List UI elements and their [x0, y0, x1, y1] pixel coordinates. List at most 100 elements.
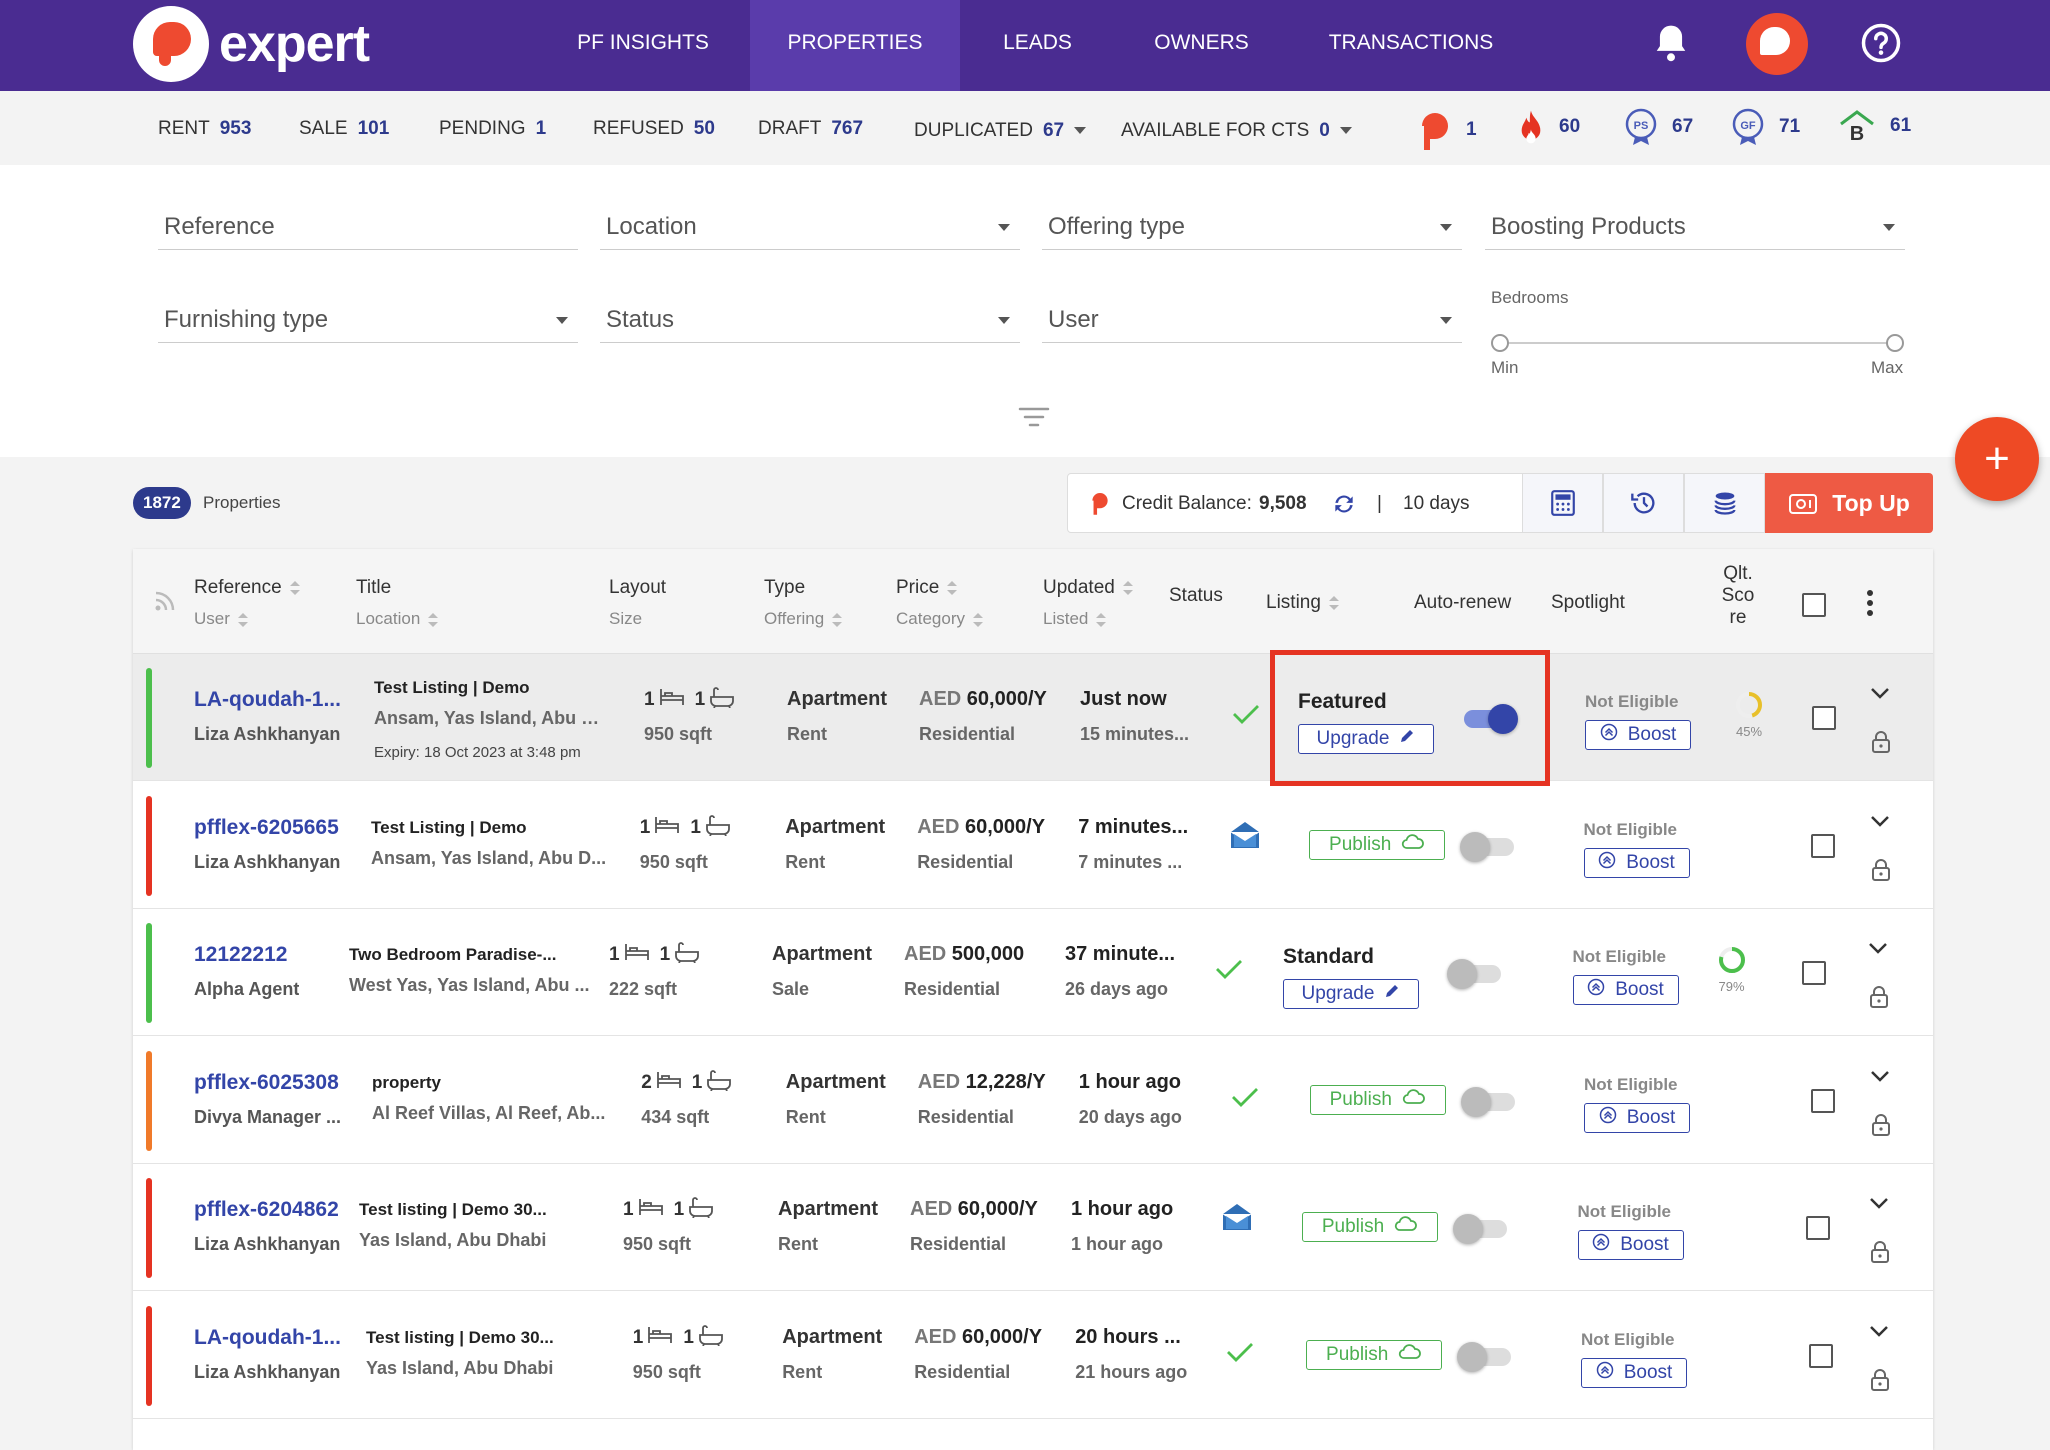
auto-renew-toggle[interactable] — [1457, 1341, 1512, 1372]
boost-button[interactable]: Boost — [1572, 975, 1679, 1005]
table-row[interactable]: pfflex-6204862 Liza Ashkhanyan Test listin… — [133, 1164, 1933, 1291]
th-updated[interactable]: Updated — [1043, 577, 1133, 599]
table-row[interactable]: 12122212 Alpha Agent Two Bedroom Paradise-… — [133, 909, 1933, 1036]
lock-icon[interactable] — [1871, 858, 1891, 887]
user-select[interactable]: User — [1042, 283, 1462, 343]
lock-icon[interactable] — [1871, 1113, 1891, 1142]
boost-button[interactable]: Boost — [1584, 1102, 1690, 1133]
furnishing-type-select[interactable]: Furnishing type — [158, 283, 578, 343]
table-row[interactable]: LA-qoudah-1... Liza Ashkhanyan Test Listin… — [133, 654, 1933, 781]
auto-renew-toggle[interactable] — [1447, 959, 1501, 989]
lock-icon[interactable] — [1870, 1240, 1890, 1269]
stat-draft[interactable]: DRAFT 767 — [758, 118, 863, 140]
row-reference-link[interactable]: 12122212 — [194, 943, 287, 967]
expand-row-chevron-icon[interactable] — [1869, 1324, 1889, 1342]
lock-icon[interactable] — [1871, 730, 1891, 759]
row-reference-link[interactable]: pfflex-6205665 — [194, 816, 339, 840]
coins-button[interactable] — [1684, 473, 1765, 533]
row-reference-link[interactable]: LA-qoudah-1... — [194, 688, 341, 712]
row-select-checkbox[interactable] — [1812, 706, 1836, 730]
stat-duplicated-dropdown[interactable]: DUPLICATED 67 — [914, 120, 1087, 142]
upgrade-button[interactable]: Upgrade — [1283, 979, 1419, 1009]
badge-stat-flame[interactable]: 60 — [1517, 108, 1580, 146]
expand-row-chevron-icon[interactable] — [1868, 941, 1888, 959]
stat-sale[interactable]: SALE 101 — [299, 118, 389, 140]
help-icon[interactable] — [1856, 18, 1906, 68]
row-select-checkbox[interactable] — [1806, 1216, 1830, 1240]
location-filter-select[interactable]: Location — [600, 190, 1020, 250]
user-avatar[interactable] — [1746, 13, 1808, 75]
expert-logo[interactable]: expert — [133, 6, 370, 82]
publish-button[interactable]: Publish — [1306, 1339, 1443, 1370]
expand-row-chevron-icon[interactable] — [1870, 814, 1890, 832]
stat-refused[interactable]: REFUSED 50 — [593, 118, 715, 140]
th-category[interactable]: Category — [896, 609, 983, 629]
table-row[interactable]: pfflex-6205665 Liza Ashkhanyan Test Listin… — [133, 781, 1933, 909]
calculator-button[interactable] — [1522, 473, 1603, 533]
bath-icon — [706, 1069, 732, 1097]
row-reference-link[interactable]: pfflex-6025308 — [194, 1071, 339, 1095]
row-select-checkbox[interactable] — [1811, 1088, 1836, 1113]
th-listing[interactable]: Listing — [1266, 592, 1339, 614]
row-select-checkbox[interactable] — [1802, 961, 1826, 985]
nav-pf-insights[interactable]: PF INSIGHTS — [547, 0, 739, 91]
more-options-icon[interactable] — [1866, 589, 1874, 622]
row-reference-link[interactable]: LA-qoudah-1... — [194, 1326, 341, 1350]
auto-renew-toggle[interactable] — [1460, 1086, 1515, 1117]
bedrooms-max-handle[interactable] — [1886, 334, 1904, 352]
boost-button[interactable]: Boost — [1585, 720, 1691, 750]
nav-owners[interactable]: OWNERS — [1120, 0, 1283, 91]
badge-stat-ps[interactable]: PS 67 — [1624, 108, 1693, 146]
top-up-button[interactable]: Top Up — [1765, 473, 1933, 533]
nav-properties[interactable]: PROPERTIES — [750, 0, 960, 91]
bedrooms-min-handle[interactable] — [1491, 334, 1509, 352]
th-price[interactable]: Price — [896, 577, 958, 599]
auto-renew-toggle[interactable] — [1453, 1214, 1507, 1244]
stat-rent[interactable]: RENT 953 — [158, 118, 251, 140]
th-user[interactable]: User — [194, 609, 248, 629]
row-reference-link[interactable]: pfflex-6204862 — [194, 1198, 339, 1222]
row-price: 500,000 — [951, 943, 1025, 965]
badge-stat-gf[interactable]: GF 71 — [1731, 108, 1800, 146]
th-offering[interactable]: Offering — [764, 609, 843, 629]
th-reference[interactable]: Reference — [194, 577, 300, 599]
th-status[interactable]: Status — [1169, 585, 1223, 607]
table-row[interactable]: pfflex-6025308 Divya Manager ... property A… — [133, 1036, 1933, 1164]
more-filters-icon[interactable] — [1018, 405, 1050, 434]
badge-stat-b[interactable]: B 61 — [1838, 108, 1911, 144]
select-all-checkbox[interactable] — [1802, 593, 1826, 617]
notifications-bell-icon[interactable] — [1646, 18, 1696, 68]
boosting-products-select[interactable]: Boosting Products — [1485, 190, 1905, 250]
th-location[interactable]: Location — [356, 609, 439, 629]
publish-button[interactable]: Publish — [1309, 1084, 1446, 1115]
expand-row-chevron-icon[interactable] — [1870, 686, 1890, 704]
table-row[interactable]: LA-qoudah-1... Liza Ashkhanyan Test listin… — [133, 1291, 1933, 1419]
badge-stat-pf[interactable]: 1 — [1418, 108, 1477, 152]
add-property-button[interactable]: + — [1955, 417, 2039, 501]
expand-row-chevron-icon[interactable] — [1870, 1069, 1890, 1087]
status-select[interactable]: Status — [600, 283, 1020, 343]
lock-icon[interactable] — [1869, 985, 1889, 1014]
auto-renew-toggle[interactable] — [1460, 831, 1515, 862]
bedrooms-slider-track[interactable] — [1498, 342, 1894, 344]
reference-filter-input[interactable]: Reference — [158, 190, 578, 250]
offering-type-select[interactable]: Offering type — [1042, 190, 1462, 250]
boost-button[interactable]: Boost — [1581, 1357, 1687, 1388]
nav-transactions[interactable]: TRANSACTIONS — [1296, 0, 1526, 91]
publish-button[interactable]: Publish — [1309, 829, 1446, 860]
row-select-checkbox[interactable] — [1810, 833, 1835, 858]
lock-icon[interactable] — [1870, 1368, 1890, 1397]
history-button[interactable] — [1603, 473, 1684, 533]
stat-available-cts-dropdown[interactable]: AVAILABLE FOR CTS 0 — [1121, 120, 1352, 142]
publish-button[interactable]: Publish — [1302, 1212, 1438, 1242]
expand-row-chevron-icon[interactable] — [1869, 1196, 1889, 1214]
boost-button[interactable]: Boost — [1583, 847, 1690, 878]
row-listed: 7 minutes ... — [1078, 851, 1183, 872]
th-quality-score[interactable]: Qlt. Sco re — [1716, 563, 1760, 629]
boost-button[interactable]: Boost — [1577, 1230, 1684, 1260]
row-select-checkbox[interactable] — [1808, 1343, 1833, 1368]
th-listed[interactable]: Listed — [1043, 609, 1107, 629]
refresh-icon[interactable] — [1330, 491, 1358, 517]
nav-leads[interactable]: LEADS — [965, 0, 1110, 91]
stat-pending[interactable]: PENDING 1 — [439, 118, 546, 140]
